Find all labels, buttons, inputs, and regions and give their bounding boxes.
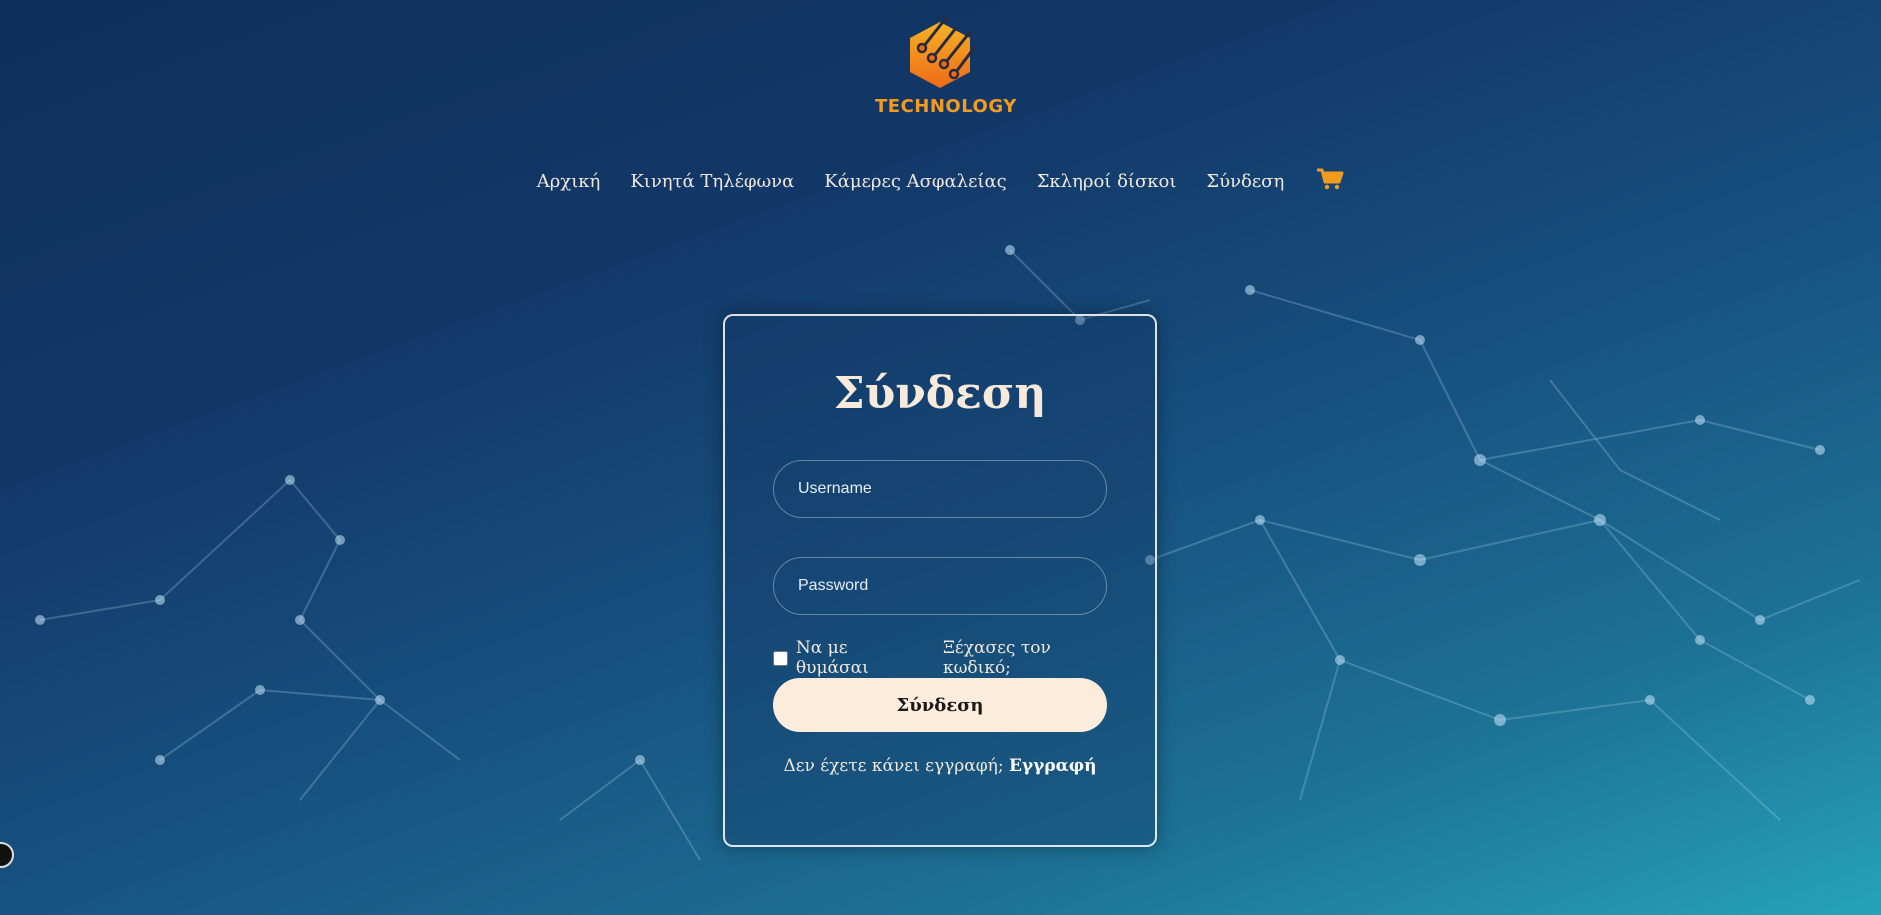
password-input[interactable]: [773, 557, 1107, 615]
forgot-password-link[interactable]: Ξέχασες τον κωδικό;: [943, 638, 1123, 678]
nav-item-hard-drives[interactable]: Σκληροί δίσκοι: [1037, 171, 1177, 192]
register-link[interactable]: Εγγραφή: [1009, 756, 1097, 776]
nav-item-home[interactable]: Αρχική: [537, 171, 601, 192]
remember-me-label: Να με θυμάσαι: [795, 638, 869, 678]
username-input[interactable]: [773, 460, 1107, 518]
options-row: Να με θυμάσαι Ξέχασες τον κωδικό;: [773, 638, 1123, 678]
main-nav: Αρχική Κινητά Τηλέφωνα Κάμερες Ασφαλείας…: [0, 168, 1881, 194]
logo-text: TECHNOLOGY: [875, 96, 1017, 117]
remember-me-checkbox[interactable]: [773, 650, 788, 666]
circuit-hexagon-logo-icon: [910, 16, 976, 88]
login-title: Σύνδεση: [833, 368, 1047, 419]
shopping-cart-icon[interactable]: [1316, 168, 1344, 194]
nav-item-mobile-phones[interactable]: Κινητά Τηλέφωνα: [630, 171, 794, 192]
login-button[interactable]: Σύνδεση: [773, 678, 1107, 732]
nav-item-login[interactable]: Σύνδεση: [1206, 171, 1284, 192]
nav-item-security-cameras[interactable]: Κάμερες Ασφαλείας: [824, 171, 1006, 192]
site-logo[interactable]: TECHNOLOGY: [875, 12, 1017, 117]
login-card: Σύνδεση Να με θυμάσαι Ξέχασες τον κωδικό…: [723, 314, 1157, 847]
register-prompt: Δεν έχετε κάνει εγγραφή;: [783, 756, 1004, 776]
register-row: Δεν έχετε κάνει εγγραφή; Εγγραφή: [725, 756, 1155, 776]
